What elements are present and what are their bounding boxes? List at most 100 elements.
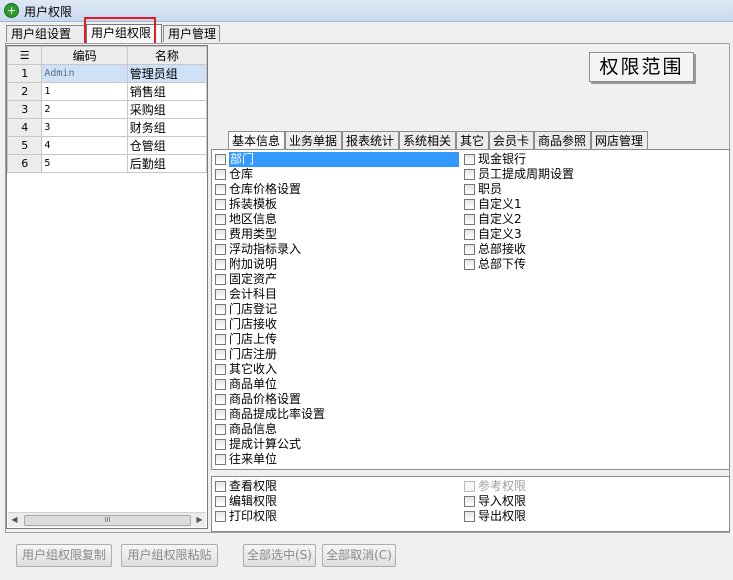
checkbox[interactable] xyxy=(215,319,226,330)
scrollbar-thumb[interactable]: III xyxy=(24,515,191,526)
checkbox[interactable] xyxy=(464,244,475,255)
print-right-option[interactable]: 打印权限 xyxy=(215,509,277,524)
scroll-left-icon[interactable]: ◀ xyxy=(8,513,21,527)
checkbox[interactable] xyxy=(215,481,226,492)
horizontal-scrollbar[interactable]: ◀ III ▶ xyxy=(8,512,206,527)
checkbox[interactable] xyxy=(464,511,475,522)
checkbox[interactable] xyxy=(215,379,226,390)
checkbox[interactable] xyxy=(215,274,226,285)
checkbox[interactable] xyxy=(215,289,226,300)
permission-item[interactable]: 门店上传 xyxy=(215,332,459,347)
permission-item[interactable]: 总部下传 xyxy=(464,257,574,272)
checkbox[interactable] xyxy=(215,334,226,345)
checkbox[interactable] xyxy=(215,169,226,180)
checkbox[interactable] xyxy=(215,214,226,225)
checkbox[interactable] xyxy=(215,154,226,165)
permission-item[interactable]: 商品单位 xyxy=(215,377,459,392)
tab-other[interactable]: 其它 xyxy=(456,131,489,149)
permission-item[interactable]: 提成计算公式 xyxy=(215,437,459,452)
select-all-button[interactable]: 全部选中(S) xyxy=(243,544,316,567)
rights-column-right: 参考权限 导入权限 导出权限 xyxy=(464,479,526,524)
checkbox[interactable] xyxy=(215,424,226,435)
permission-item[interactable]: 门店注册 xyxy=(215,347,459,362)
tab-reports[interactable]: 报表统计 xyxy=(342,131,399,149)
table-row[interactable]: 6 5 后勤组 xyxy=(7,154,207,173)
permission-item[interactable]: 固定资产 xyxy=(215,272,459,287)
permission-item[interactable]: 商品提成比率设置 xyxy=(215,407,459,422)
grid-header-name[interactable]: 名称 xyxy=(126,46,207,65)
permission-item[interactable]: 仓库 xyxy=(215,167,459,182)
grid-header-code[interactable]: 编码 xyxy=(41,46,128,65)
checkbox[interactable] xyxy=(464,184,475,195)
tab-group-permissions[interactable]: 用户组权限 xyxy=(86,24,162,43)
table-row[interactable]: 2 1 销售组 xyxy=(7,82,207,101)
checkbox[interactable] xyxy=(215,304,226,315)
user-group-grid[interactable]: ☰ 编码 名称 1 Admin 管理员组 2 1 销售组 3 2 采购组 4 3… xyxy=(6,45,208,529)
checkbox[interactable] xyxy=(215,244,226,255)
checkbox[interactable] xyxy=(464,214,475,225)
permission-item[interactable]: 商品信息 xyxy=(215,422,459,437)
table-row[interactable]: 3 2 采购组 xyxy=(7,100,207,119)
tab-basic-info[interactable]: 基本信息 xyxy=(228,131,285,149)
permission-item[interactable]: 附加说明 xyxy=(215,257,459,272)
permission-item[interactable]: 员工提成周期设置 xyxy=(464,167,574,182)
checkbox[interactable] xyxy=(464,259,475,270)
permission-item[interactable]: 自定义1 xyxy=(464,197,574,212)
checkbox[interactable] xyxy=(215,454,226,465)
permission-item[interactable]: 商品价格设置 xyxy=(215,392,459,407)
tab-member-card[interactable]: 会员卡 xyxy=(489,131,534,149)
permission-item[interactable]: 自定义2 xyxy=(464,212,574,227)
permission-scope-label: 权限范围 xyxy=(589,52,694,82)
view-right-option[interactable]: 查看权限 xyxy=(215,479,277,494)
import-right-option[interactable]: 导入权限 xyxy=(464,494,526,509)
table-row[interactable]: 5 4 仓管组 xyxy=(7,136,207,155)
permission-item[interactable]: 地区信息 xyxy=(215,212,459,227)
permission-item[interactable]: 费用类型 xyxy=(215,227,459,242)
checkbox[interactable] xyxy=(215,229,226,240)
deselect-all-button[interactable]: 全部取消(C) xyxy=(322,544,396,567)
permission-item[interactable]: 总部接收 xyxy=(464,242,574,257)
permission-item[interactable]: 拆装模板 xyxy=(215,197,459,212)
checkbox[interactable] xyxy=(215,394,226,405)
permission-item[interactable]: 门店接收 xyxy=(215,317,459,332)
permission-item[interactable]: 门店登记 xyxy=(215,302,459,317)
permission-item[interactable]: 其它收入 xyxy=(215,362,459,377)
checkbox[interactable] xyxy=(464,229,475,240)
tab-system[interactable]: 系统相关 xyxy=(399,131,456,149)
permission-item[interactable]: 仓库价格设置 xyxy=(215,182,459,197)
table-row[interactable]: 1 Admin 管理员组 xyxy=(7,64,207,83)
checkbox[interactable] xyxy=(464,496,475,507)
title-bar: + 用户权限 xyxy=(0,0,733,22)
permission-item[interactable]: 现金银行 xyxy=(464,152,574,167)
tab-user-management[interactable]: 用户管理 xyxy=(163,25,220,42)
checkbox[interactable] xyxy=(464,154,475,165)
rights-box: 查看权限 编辑权限 打印权限 参考权限 导入权限 导出权限 xyxy=(211,476,730,532)
checkbox[interactable] xyxy=(464,199,475,210)
tab-business-documents[interactable]: 业务单据 xyxy=(285,131,342,149)
checkbox[interactable] xyxy=(215,199,226,210)
permission-item[interactable]: 浮动指标录入 xyxy=(215,242,459,257)
checkbox[interactable] xyxy=(215,409,226,420)
checkbox[interactable] xyxy=(215,511,226,522)
checkbox[interactable] xyxy=(215,439,226,450)
checkbox[interactable] xyxy=(215,259,226,270)
scroll-right-icon[interactable]: ▶ xyxy=(193,513,206,527)
export-right-option[interactable]: 导出权限 xyxy=(464,509,526,524)
checkbox[interactable] xyxy=(215,496,226,507)
permission-item[interactable]: 部门 xyxy=(215,152,459,167)
checkbox[interactable] xyxy=(215,349,226,360)
copy-group-permissions-button[interactable]: 用户组权限复制 xyxy=(16,544,112,567)
permission-item[interactable]: 往来单位 xyxy=(215,452,459,467)
tab-online-store[interactable]: 网店管理 xyxy=(591,131,648,149)
checkbox[interactable] xyxy=(464,169,475,180)
paste-group-permissions-button[interactable]: 用户组权限粘贴 xyxy=(121,544,218,567)
tab-product-reference[interactable]: 商品参照 xyxy=(534,131,591,149)
tab-group-settings[interactable]: 用户组设置 xyxy=(6,25,85,42)
table-row[interactable]: 4 3 财务组 xyxy=(7,118,207,137)
checkbox[interactable] xyxy=(215,364,226,375)
edit-right-option[interactable]: 编辑权限 xyxy=(215,494,277,509)
permission-item[interactable]: 职员 xyxy=(464,182,574,197)
permission-item[interactable]: 会计科目 xyxy=(215,287,459,302)
checkbox[interactable] xyxy=(215,184,226,195)
permission-item[interactable]: 自定义3 xyxy=(464,227,574,242)
